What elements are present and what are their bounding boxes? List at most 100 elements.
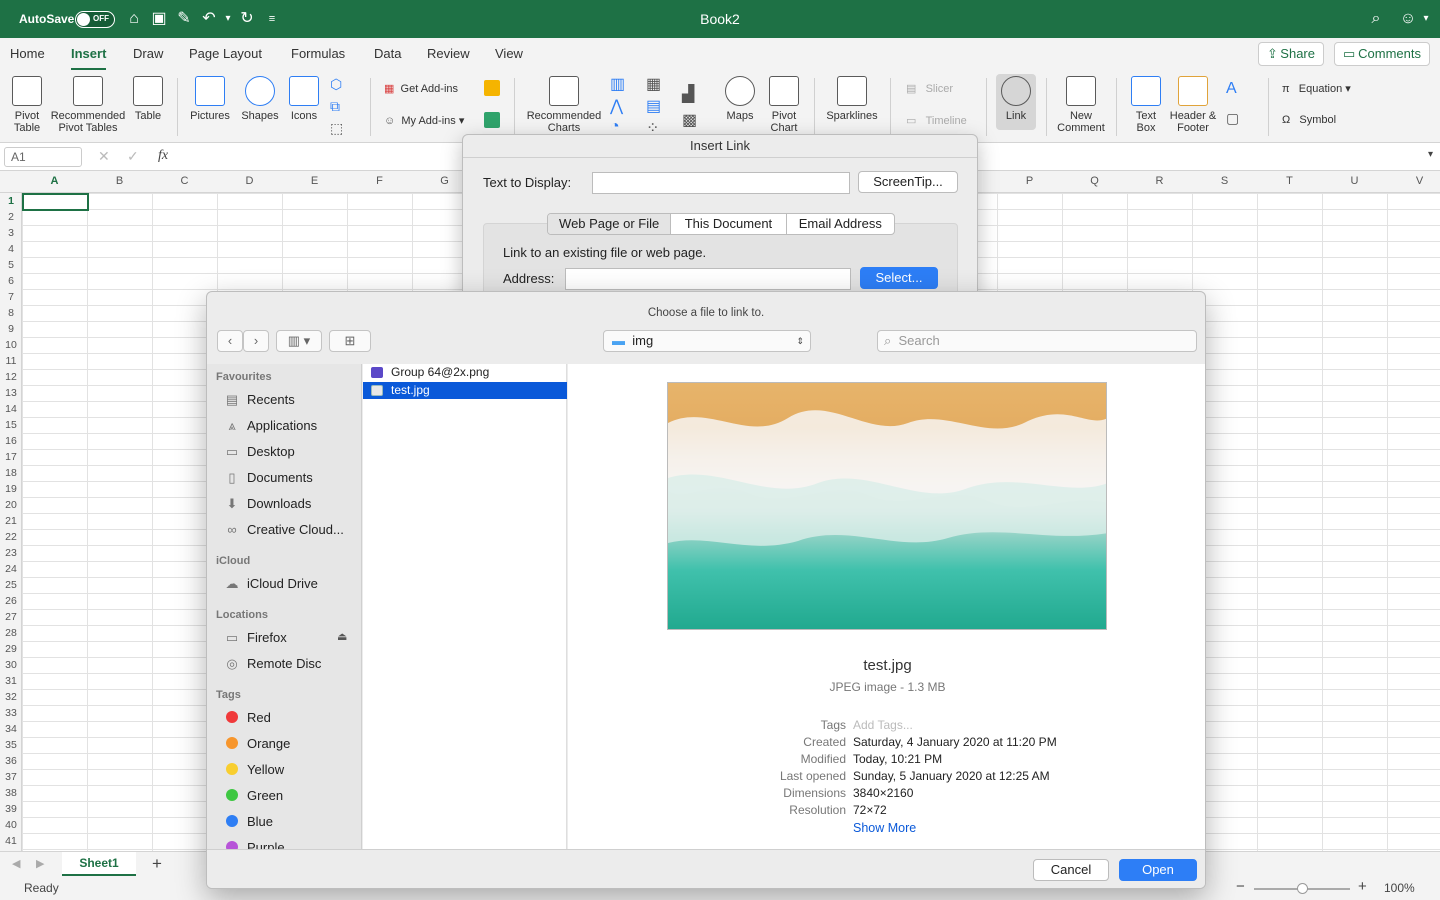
selected-cell[interactable] — [22, 193, 89, 211]
get-addins-button[interactable]: ▦ Get Add-ins — [384, 82, 458, 95]
sidebar-item-firefox[interactable]: ▭ Firefox — [223, 628, 287, 648]
row-header[interactable]: 4 — [0, 241, 22, 257]
row-header[interactable]: 1 — [0, 193, 22, 209]
signature-line-icon[interactable]: ▢ — [1226, 110, 1239, 127]
row-header[interactable]: 20 — [0, 497, 22, 513]
add-sheet-icon[interactable]: + — [152, 854, 162, 874]
select-button[interactable]: Select... — [860, 267, 938, 289]
row-header[interactable]: 32 — [0, 689, 22, 705]
add-tags-field[interactable]: Add Tags... — [853, 718, 913, 732]
row-header[interactable]: 11 — [0, 353, 22, 369]
row-header[interactable]: 37 — [0, 769, 22, 785]
my-addins-button[interactable]: ☺ My Add-ins ▾ — [384, 114, 464, 127]
tab-data[interactable]: Data — [374, 46, 401, 61]
text-box-button[interactable]: Text Box — [1126, 76, 1166, 134]
waterfall-chart-icon[interactable]: ▟ — [682, 84, 694, 104]
back-button[interactable]: ‹ — [217, 330, 243, 352]
hierarchy-chart-icon[interactable]: ▦ — [646, 74, 661, 94]
function-icon[interactable]: fx — [158, 148, 168, 164]
cancel-formula-icon[interactable]: ✕ — [98, 148, 110, 165]
smiley-icon[interactable]: ☺ — [1398, 9, 1418, 29]
segment-email-address[interactable]: Email Address — [787, 214, 894, 234]
confirm-formula-icon[interactable]: ✓ — [127, 148, 139, 165]
column-header[interactable]: F — [347, 175, 412, 187]
sidebar-tag-green[interactable]: Green — [223, 786, 283, 806]
row-header[interactable]: 25 — [0, 577, 22, 593]
row-header[interactable]: 33 — [0, 705, 22, 721]
row-header[interactable]: 26 — [0, 593, 22, 609]
sidebar-item-icloud-drive[interactable]: ☁ iCloud Drive — [223, 574, 318, 594]
smiley-dropdown-icon[interactable]: ▾ — [1416, 9, 1436, 29]
tab-draw[interactable]: Draw — [133, 46, 163, 61]
row-header[interactable]: 5 — [0, 257, 22, 273]
row-header[interactable]: 18 — [0, 465, 22, 481]
link-button[interactable]: Link — [996, 74, 1036, 130]
zoom-slider-thumb[interactable] — [1297, 883, 1308, 894]
forward-button[interactable]: › — [243, 330, 269, 352]
row-header[interactable]: 40 — [0, 817, 22, 833]
row-header[interactable]: 19 — [0, 481, 22, 497]
row-header[interactable]: 9 — [0, 321, 22, 337]
sidebar-item-remote-disc[interactable]: ◎ Remote Disc — [223, 654, 321, 674]
sidebar-item-recents[interactable]: ▤ Recents — [223, 390, 295, 410]
column-header[interactable]: B — [87, 175, 152, 187]
sidebar-item-downloads[interactable]: ⬇ Downloads — [223, 494, 312, 514]
sidebar-tag-yellow[interactable]: Yellow — [223, 760, 284, 780]
stock-chart-icon[interactable]: ▩ — [682, 110, 697, 130]
bar-chart-icon[interactable]: ▤ — [646, 96, 661, 116]
sparklines-button[interactable]: Sparklines — [824, 76, 880, 122]
row-header[interactable]: 36 — [0, 753, 22, 769]
wordart-icon[interactable]: A — [1226, 80, 1237, 98]
column-header[interactable]: C — [152, 175, 217, 187]
sidebar-item-creative-cloud[interactable]: ∞ Creative Cloud... — [223, 520, 343, 540]
row-header[interactable]: 8 — [0, 305, 22, 321]
row-header[interactable]: 31 — [0, 673, 22, 689]
row-header[interactable]: 14 — [0, 401, 22, 417]
row-header[interactable]: 22 — [0, 529, 22, 545]
sidebar-tag-orange[interactable]: Orange — [223, 734, 290, 754]
expand-formula-icon[interactable]: ▾ — [1428, 149, 1433, 160]
row-header[interactable]: 21 — [0, 513, 22, 529]
sidebar-tag-red[interactable]: Red — [223, 708, 271, 728]
row-header[interactable]: 34 — [0, 721, 22, 737]
search-field[interactable]: ⌕ Search — [877, 330, 1197, 352]
folder-dropdown[interactable]: ▬ img ⇕ — [603, 330, 811, 352]
sidebar-item-desktop[interactable]: ▭ Desktop — [223, 442, 295, 462]
new-comment-button[interactable]: New Comment — [1054, 76, 1108, 134]
smartart-icon[interactable]: ⧉ — [330, 98, 340, 115]
row-header[interactable]: 28 — [0, 625, 22, 641]
maps-button[interactable]: Maps — [722, 76, 758, 122]
share-button[interactable]: ⇪ Share — [1258, 42, 1324, 66]
sidebar-item-documents[interactable]: ▯ Documents — [223, 468, 312, 488]
header-footer-button[interactable]: Header & Footer — [1166, 76, 1220, 134]
column-header[interactable]: A — [22, 175, 87, 187]
row-header[interactable]: 27 — [0, 609, 22, 625]
zoom-in-icon[interactable]: + — [1358, 878, 1367, 895]
equation-button[interactable]: π Equation ▾ — [1282, 82, 1351, 95]
search-icon[interactable]: ⌕ — [1366, 9, 1386, 29]
column-header[interactable]: R — [1127, 175, 1192, 187]
slicer-button[interactable]: ▤ Slicer — [906, 82, 953, 95]
column-header[interactable]: T — [1257, 175, 1322, 187]
text-to-display-input[interactable] — [592, 172, 850, 194]
cancel-button[interactable]: Cancel — [1033, 859, 1109, 881]
row-header[interactable]: 10 — [0, 337, 22, 353]
line-chart-icon[interactable]: ⋀ — [610, 96, 623, 116]
row-header[interactable]: 17 — [0, 449, 22, 465]
view-mode-button[interactable]: ▥ ▾ — [276, 330, 322, 352]
row-header[interactable]: 39 — [0, 801, 22, 817]
column-header[interactable]: U — [1322, 175, 1387, 187]
screentip-button[interactable]: ScreenTip... — [858, 171, 958, 193]
zoom-out-icon[interactable]: − — [1236, 878, 1245, 895]
row-header[interactable]: 24 — [0, 561, 22, 577]
row-header[interactable]: 15 — [0, 417, 22, 433]
tab-insert[interactable]: Insert — [71, 46, 107, 71]
name-box[interactable]: A1 — [4, 147, 82, 167]
row-header[interactable]: 2 — [0, 209, 22, 225]
screenshot-icon[interactable]: ⬚ — [330, 120, 343, 137]
row-header[interactable]: 41 — [0, 833, 22, 849]
segment-web-page[interactable]: Web Page or File — [548, 214, 672, 234]
tab-formulas[interactable]: Formulas — [291, 46, 345, 61]
tab-home[interactable]: Home — [10, 46, 45, 61]
column-header[interactable]: Q — [1062, 175, 1127, 187]
